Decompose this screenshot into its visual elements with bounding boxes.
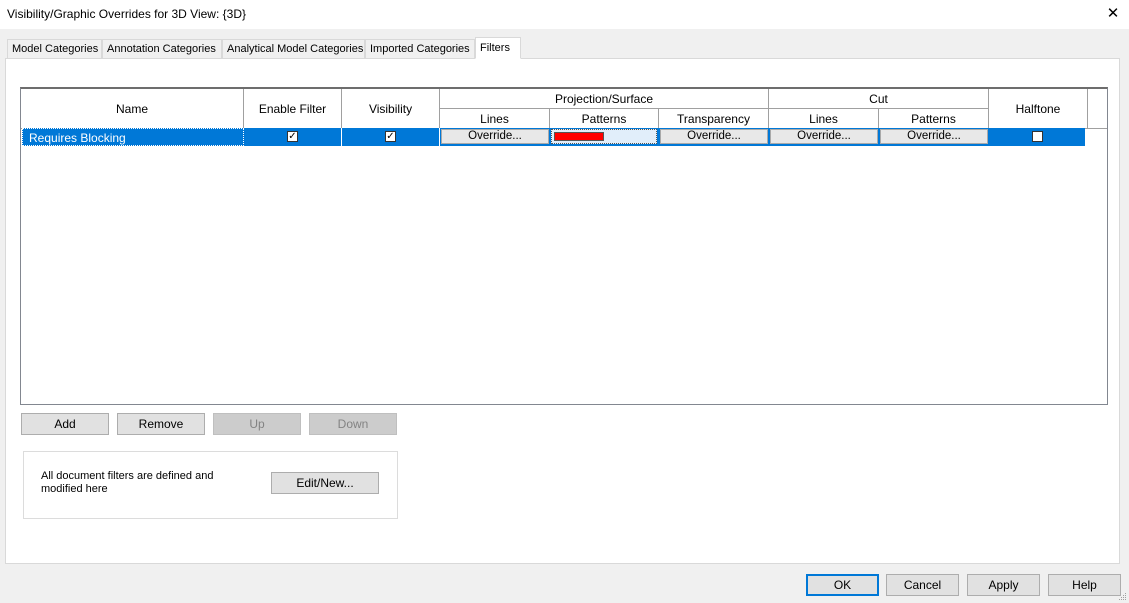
title-bar: Visibility/Graphic Overrides for 3D View… <box>0 0 1129 29</box>
resize-grip-icon[interactable] <box>1117 591 1127 601</box>
close-icon[interactable]: ✕ <box>1103 4 1123 24</box>
cancel-button[interactable]: Cancel <box>886 574 959 596</box>
header-spacer <box>1088 89 1107 129</box>
header-cut-patterns: Patterns <box>879 109 989 129</box>
proj-patterns-override-button[interactable] <box>551 129 657 144</box>
table-row[interactable]: Requires Blocking ✓ ✓ Override... Overri… <box>22 128 1085 146</box>
header-halftone[interactable]: Halftone <box>989 89 1088 129</box>
proj-lines-override-button[interactable]: Override... <box>441 129 549 144</box>
tab-filters[interactable]: Filters <box>475 37 521 59</box>
header-proj-transparency: Transparency <box>659 109 769 129</box>
header-cut: Cut <box>769 89 989 109</box>
row-enable-filter-cell: ✓ <box>244 128 342 146</box>
row-halftone-cell <box>989 128 1085 146</box>
tab-model-categories[interactable]: Model Categories <box>7 39 102 58</box>
header-visibility[interactable]: Visibility <box>342 89 440 129</box>
visibility-checkbox[interactable]: ✓ <box>385 131 396 142</box>
edit-new-button[interactable]: Edit/New... <box>271 472 379 494</box>
up-button[interactable]: Up <box>213 413 301 435</box>
help-button[interactable]: Help <box>1048 574 1121 596</box>
remove-button[interactable]: Remove <box>117 413 205 435</box>
halftone-checkbox[interactable] <box>1032 131 1043 142</box>
down-button[interactable]: Down <box>309 413 397 435</box>
proj-transparency-override-button[interactable]: Override... <box>660 129 768 144</box>
tab-annotation-categories[interactable]: Annotation Categories <box>102 39 222 58</box>
header-enable-filter[interactable]: Enable Filter <box>244 89 342 129</box>
header-proj-lines: Lines <box>440 109 550 129</box>
ok-button[interactable]: OK <box>806 574 879 596</box>
row-name[interactable]: Requires Blocking <box>22 128 244 146</box>
tab-analytical-model-categories[interactable]: Analytical Model Categories <box>222 39 365 58</box>
filters-groupbox: All document filters are defined and mod… <box>23 451 398 519</box>
filters-description: All document filters are defined and mod… <box>41 470 214 495</box>
tab-imported-categories[interactable]: Imported Categories <box>365 39 475 58</box>
header-name[interactable]: Name <box>21 89 244 129</box>
filters-grid: Name Enable Filter Visibility Projection… <box>20 87 1108 405</box>
row-visibility-cell: ✓ <box>342 128 440 146</box>
apply-button[interactable]: Apply <box>967 574 1040 596</box>
header-projection-surface: Projection/Surface <box>440 89 769 109</box>
enable-filter-checkbox[interactable]: ✓ <box>287 131 298 142</box>
add-button[interactable]: Add <box>21 413 109 435</box>
pattern-color-swatch <box>554 132 604 141</box>
header-cut-lines: Lines <box>769 109 879 129</box>
window-title: Visibility/Graphic Overrides for 3D View… <box>7 7 246 21</box>
cut-lines-override-button[interactable]: Override... <box>770 129 878 144</box>
cut-patterns-override-button[interactable]: Override... <box>880 129 988 144</box>
header-proj-patterns: Patterns <box>550 109 659 129</box>
